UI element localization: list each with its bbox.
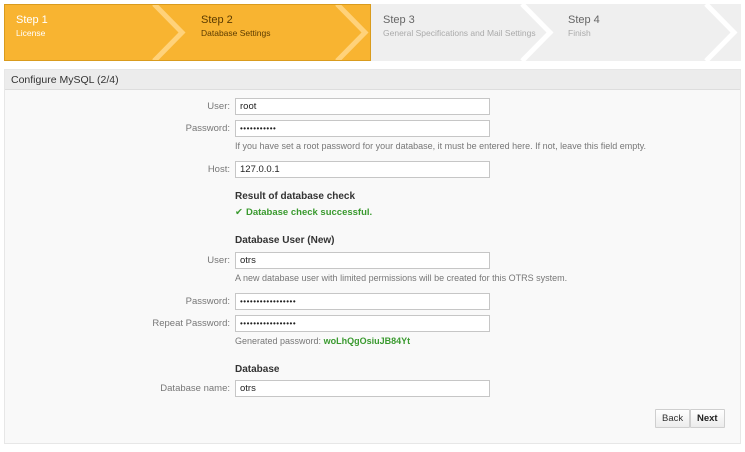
step-chevron-3 xyxy=(520,4,554,61)
database-check-result: ✔ Database check successful. xyxy=(235,207,372,218)
db-password-label: Password: xyxy=(185,296,230,307)
repeat-password-label: Repeat Password: xyxy=(152,318,230,329)
root-user-input[interactable]: root xyxy=(235,98,490,115)
root-password-hint: If you have set a root password for your… xyxy=(235,141,647,151)
database-check-heading: Result of database check xyxy=(235,191,356,202)
root-user-label: User: xyxy=(207,101,230,112)
root-password-input[interactable]: ••••••••••• xyxy=(235,120,490,137)
host-input[interactable]: 127.0.0.1 xyxy=(235,161,490,178)
database-check-result-text: Database check successful. xyxy=(245,207,373,218)
configure-mysql-panel: Configure MySQL (2/4) User: root Passwor… xyxy=(4,69,741,444)
root-user-row: User: root xyxy=(5,98,742,116)
db-user-row: User: otrs xyxy=(5,252,742,270)
db-name-row: Database name: otrs xyxy=(5,380,742,398)
checkmark-icon: ✔ xyxy=(235,207,243,218)
db-user-hint: A new database user with limited permiss… xyxy=(235,273,568,283)
database-heading: Database xyxy=(235,364,280,375)
db-user-input[interactable]: otrs xyxy=(235,252,490,269)
db-name-input[interactable]: otrs xyxy=(235,380,490,397)
db-user-label: User: xyxy=(207,255,230,266)
step-chevron-1 xyxy=(152,4,186,61)
panel-title: Configure MySQL (2/4) xyxy=(5,70,740,90)
step-chevron-4 xyxy=(704,4,738,61)
repeat-password-input[interactable]: ••••••••••••••••• xyxy=(235,315,490,332)
generated-password-value: woLhQgOsiuJB84Yt xyxy=(323,336,411,346)
db-name-label: Database name: xyxy=(160,383,230,394)
database-user-heading: Database User (New) xyxy=(235,235,335,246)
host-row: Host: 127.0.0.1 xyxy=(5,161,742,179)
db-password-input[interactable]: ••••••••••••••••• xyxy=(235,293,490,310)
host-label: Host: xyxy=(207,164,230,175)
db-password-row: Password: ••••••••••••••••• xyxy=(5,293,742,311)
back-button[interactable]: Back xyxy=(655,409,691,428)
wizard-steps: Step 1 License Step 2 Database Settings … xyxy=(4,4,741,61)
next-button[interactable]: Next xyxy=(690,409,725,428)
root-password-label: Password: xyxy=(185,123,230,134)
step-chevron-2 xyxy=(335,4,369,61)
root-password-row: Password: ••••••••••• xyxy=(5,120,742,138)
repeat-password-row: Repeat Password: ••••••••••••••••• xyxy=(5,315,742,333)
generated-password-label: Generated password: xyxy=(235,336,322,346)
generated-password: Generated password: woLhQgOsiuJB84Yt xyxy=(235,336,410,346)
